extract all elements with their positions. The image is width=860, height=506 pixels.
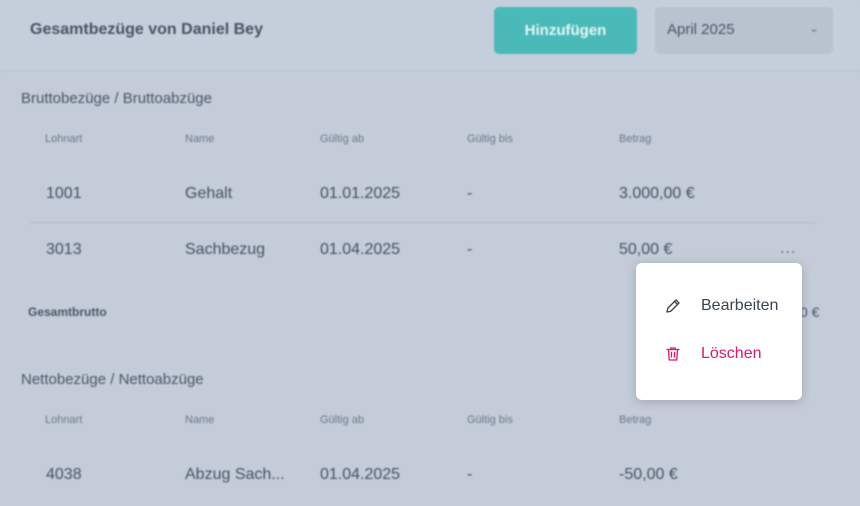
add-button[interactable]: Hinzufügen xyxy=(494,7,637,54)
cell-to: - xyxy=(467,466,473,483)
col-header-to: Gültig bis xyxy=(467,414,513,426)
month-select[interactable]: April 2025 ⌄ xyxy=(655,7,833,54)
col-header-lohnart: Lohnart xyxy=(45,414,83,426)
page-title: Gesamtbezüge von Daniel Bey xyxy=(30,21,263,38)
gesamtbrutto-label: Gesamtbrutto xyxy=(28,305,107,319)
header: Gesamtbezüge von Daniel Bey Hinzufügen A… xyxy=(0,0,860,71)
gesamtbrutto-value: 0 € xyxy=(800,304,820,320)
cell-from: 01.04.2025 xyxy=(320,466,401,483)
brutto-section-title: Bruttobezüge / Bruttoabzüge xyxy=(21,90,212,107)
col-header-lohnart: Lohnart xyxy=(45,133,83,145)
delete-menu-item[interactable]: Löschen xyxy=(664,345,762,363)
cell-from: 01.04.2025 xyxy=(320,241,401,258)
col-header-name: Name xyxy=(185,414,215,426)
cell-lohnart: 3013 xyxy=(46,241,82,258)
row-divider xyxy=(30,222,816,223)
cell-lohnart: 1001 xyxy=(46,185,82,202)
delete-label: Löschen xyxy=(701,345,762,362)
cell-amount: -50,00 € xyxy=(619,466,678,483)
cell-amount: 3.000,00 € xyxy=(619,185,695,202)
chevron-down-icon: ⌄ xyxy=(808,21,819,35)
col-header-name: Name xyxy=(185,133,215,145)
trash-icon xyxy=(666,347,680,361)
edit-label: Bearbeiten xyxy=(701,297,779,314)
cell-lohnart: 4038 xyxy=(46,466,82,483)
page-background: Gesamtbezüge von Daniel Bey Hinzufügen A… xyxy=(0,0,860,506)
month-select-value: April 2025 xyxy=(667,21,735,38)
pencil-icon xyxy=(666,299,680,313)
col-header-amount: Betrag xyxy=(619,414,652,426)
cell-to: - xyxy=(467,241,473,258)
cell-amount: 50,00 € xyxy=(619,241,673,258)
col-header-to: Gültig bis xyxy=(467,133,513,145)
edit-menu-item[interactable]: Bearbeiten xyxy=(664,297,778,315)
cell-name: Sachbezug xyxy=(185,241,266,258)
col-header-from: Gültig ab xyxy=(320,414,365,426)
row-action-menu: Bearbeiten Löschen xyxy=(636,263,802,400)
cell-name: Abzug Sach... xyxy=(185,466,285,483)
row-more-button[interactable]: ... xyxy=(780,240,796,258)
cell-name: Gehalt xyxy=(185,185,233,202)
col-header-amount: Betrag xyxy=(619,133,652,145)
col-header-from: Gültig ab xyxy=(320,133,365,145)
cell-to: - xyxy=(467,185,473,202)
cell-from: 01.01.2025 xyxy=(320,185,401,202)
netto-section-title: Nettobezüge / Nettoabzüge xyxy=(21,371,204,388)
